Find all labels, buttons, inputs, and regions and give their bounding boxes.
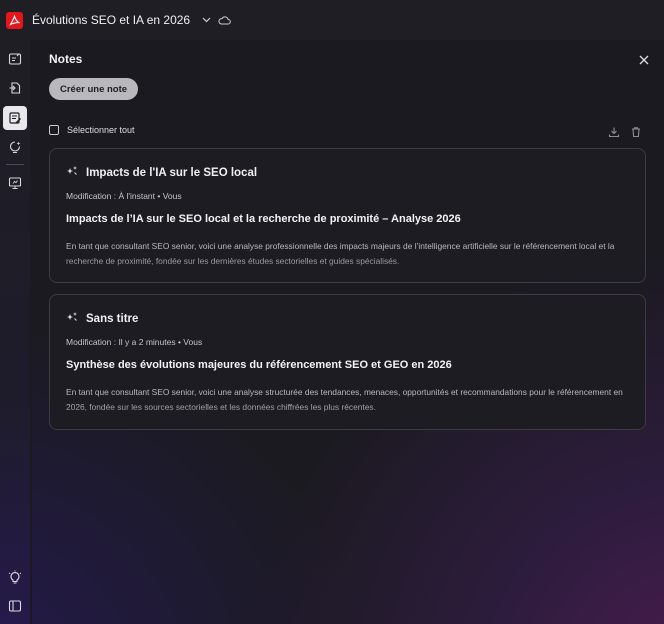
note-header: Sans titre [66, 310, 138, 328]
close-icon[interactable] [638, 53, 650, 65]
note-heading: Synthèse des évolutions majeures du réfé… [66, 359, 452, 371]
delete-icon[interactable] [630, 125, 642, 138]
present-icon[interactable] [4, 172, 26, 194]
acrobat-logo-icon[interactable] [6, 11, 23, 29]
note-fade [50, 403, 645, 429]
convert-icon[interactable] [4, 77, 26, 99]
note-card[interactable]: Impacts de l'IA sur le SEO local Modific… [49, 148, 646, 283]
panel-toggle-icon[interactable] [4, 595, 26, 617]
select-all-row[interactable]: Sélectionner tout [49, 125, 135, 135]
create-note-button[interactable]: Créer une note [49, 78, 139, 100]
chevron-down-icon[interactable] [200, 14, 212, 26]
note-meta: Modification : Il y a 2 minutes • Vous [66, 337, 203, 347]
toolbar-divider [6, 164, 24, 165]
panel-title: Notes [49, 52, 83, 66]
select-all-label: Sélectionner tout [67, 125, 135, 135]
ai-assistant-icon[interactable] [4, 136, 26, 158]
cloud-icon[interactable] [218, 14, 232, 26]
note-title: Impacts de l'IA sur le SEO local [86, 167, 258, 179]
note-title: Sans titre [86, 313, 139, 325]
note-heading: Impacts de l’IA sur le SEO local et la r… [66, 213, 461, 225]
notes-icon[interactable] [3, 106, 27, 130]
sparkle-icon [66, 164, 78, 182]
title-bar: Évolutions SEO et IA en 2026 [0, 0, 664, 40]
note-card[interactable]: Sans titre Modification : Il y a 2 minut… [49, 294, 646, 430]
note-fade [50, 256, 645, 282]
download-icon[interactable] [608, 125, 620, 138]
left-toolbar [0, 40, 30, 624]
note-meta: Modification : À l'instant • Vous [66, 191, 182, 201]
select-all-checkbox[interactable] [49, 125, 59, 135]
sparkle-icon [66, 310, 78, 328]
notes-panel: Notes Créer une note Sélectionner tout I… [32, 40, 664, 624]
document-title[interactable]: Évolutions SEO et IA en 2026 [32, 13, 190, 27]
tips-icon[interactable] [4, 566, 26, 588]
note-header: Impacts de l'IA sur le SEO local [66, 164, 257, 182]
edit-pdf-icon[interactable] [4, 48, 26, 70]
